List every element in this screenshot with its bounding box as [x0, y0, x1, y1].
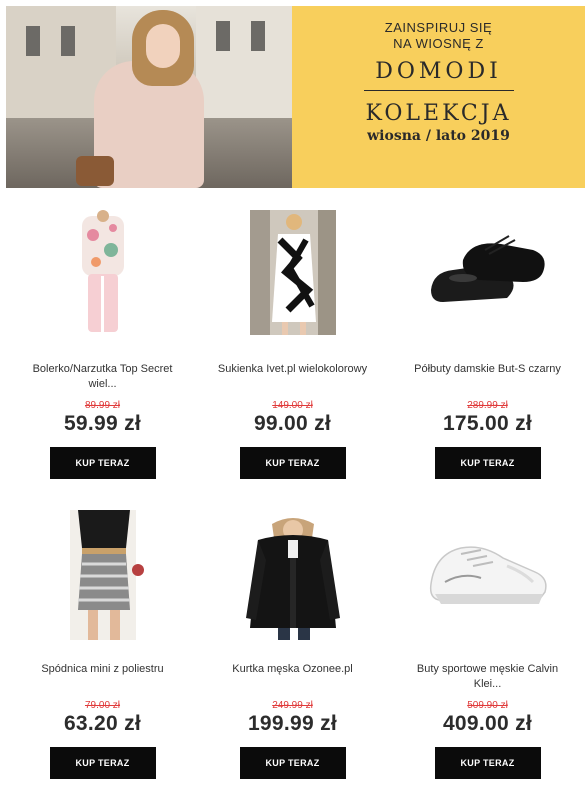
- patterned-dress-image[interactable]: [228, 210, 358, 340]
- promo-banner[interactable]: ZAINSPIRUJ SIĘ NA WIOSNĘ Z DOMODI KOLEKC…: [6, 6, 585, 188]
- current-price: 59.99 zł: [63, 412, 142, 435]
- buy-now-button[interactable]: KUP TERAZ: [49, 447, 156, 479]
- product-name[interactable]: Półbuty damskie But-S czarny: [413, 362, 563, 392]
- old-price: 149.00 zł: [272, 400, 313, 411]
- banner-tagline-1: ZAINSPIRUJ SIĘ: [384, 20, 493, 35]
- buy-now-button[interactable]: KUP TERAZ: [49, 747, 156, 779]
- newsletter-page: ZAINSPIRUJ SIĘ NA WIOSNĘ Z DOMODI KOLEKC…: [0, 0, 585, 791]
- product-card[interactable]: Kurtka męska Ozonee.pl 249.99 zł 199.99 …: [195, 500, 390, 800]
- current-price: 199.99 zł: [247, 712, 338, 735]
- product-card[interactable]: Półbuty damskie But-S czarny 289.99 zł 1…: [390, 200, 585, 500]
- product-card[interactable]: Sukienka Ivet.pl wielokolorowy 149.00 zł…: [195, 200, 390, 500]
- mens-jacket-image[interactable]: [228, 510, 358, 640]
- old-price: 79.00 zł: [84, 700, 121, 711]
- product-name[interactable]: Kurtka męska Ozonee.pl: [218, 662, 368, 692]
- product-name[interactable]: Buty sportowe męskie Calvin Klei...: [413, 662, 563, 692]
- product-name[interactable]: Sukienka Ivet.pl wielokolorowy: [218, 362, 368, 392]
- banner-text-panel: ZAINSPIRUJ SIĘ NA WIOSNĘ Z DOMODI KOLEKC…: [292, 6, 585, 188]
- product-name[interactable]: Bolerko/Narzutka Top Secret wiel...: [28, 362, 178, 392]
- old-price: 289.99 zł: [467, 400, 508, 411]
- product-card[interactable]: Spódnica mini z poliestru 79.00 zł 63.20…: [5, 500, 200, 800]
- current-price: 99.00 zł: [253, 412, 332, 435]
- old-price: 89.99 zł: [84, 400, 121, 411]
- banner-photo: [6, 6, 292, 188]
- product-card[interactable]: Bolerko/Narzutka Top Secret wiel... 89.9…: [5, 200, 200, 500]
- banner-tagline-2: NA WIOSNĘ Z: [393, 36, 484, 51]
- current-price: 409.00 zł: [442, 712, 533, 735]
- black-shoes-image[interactable]: [423, 210, 553, 340]
- old-price: 249.99 zł: [272, 700, 313, 711]
- banner-season: wiosna / lato 2019: [367, 128, 510, 144]
- product-card[interactable]: Buty sportowe męskie Calvin Klei... 509.…: [390, 500, 585, 800]
- current-price: 63.20 zł: [63, 712, 142, 735]
- banner-collection: KOLEKCJA: [365, 101, 512, 126]
- floral-coat-image[interactable]: [38, 210, 168, 340]
- buy-now-button[interactable]: KUP TERAZ: [239, 447, 346, 479]
- buy-now-button[interactable]: KUP TERAZ: [434, 747, 541, 779]
- buy-now-button[interactable]: KUP TERAZ: [239, 747, 346, 779]
- current-price: 175.00 zł: [442, 412, 533, 435]
- mini-skirt-image[interactable]: [38, 510, 168, 640]
- old-price: 509.90 zł: [467, 700, 508, 711]
- buy-now-button[interactable]: KUP TERAZ: [434, 447, 541, 479]
- product-name[interactable]: Spódnica mini z poliestru: [28, 662, 178, 692]
- white-sneaker-image[interactable]: [423, 510, 553, 640]
- banner-brand: DOMODI: [375, 59, 502, 84]
- banner-divider: [363, 90, 514, 91]
